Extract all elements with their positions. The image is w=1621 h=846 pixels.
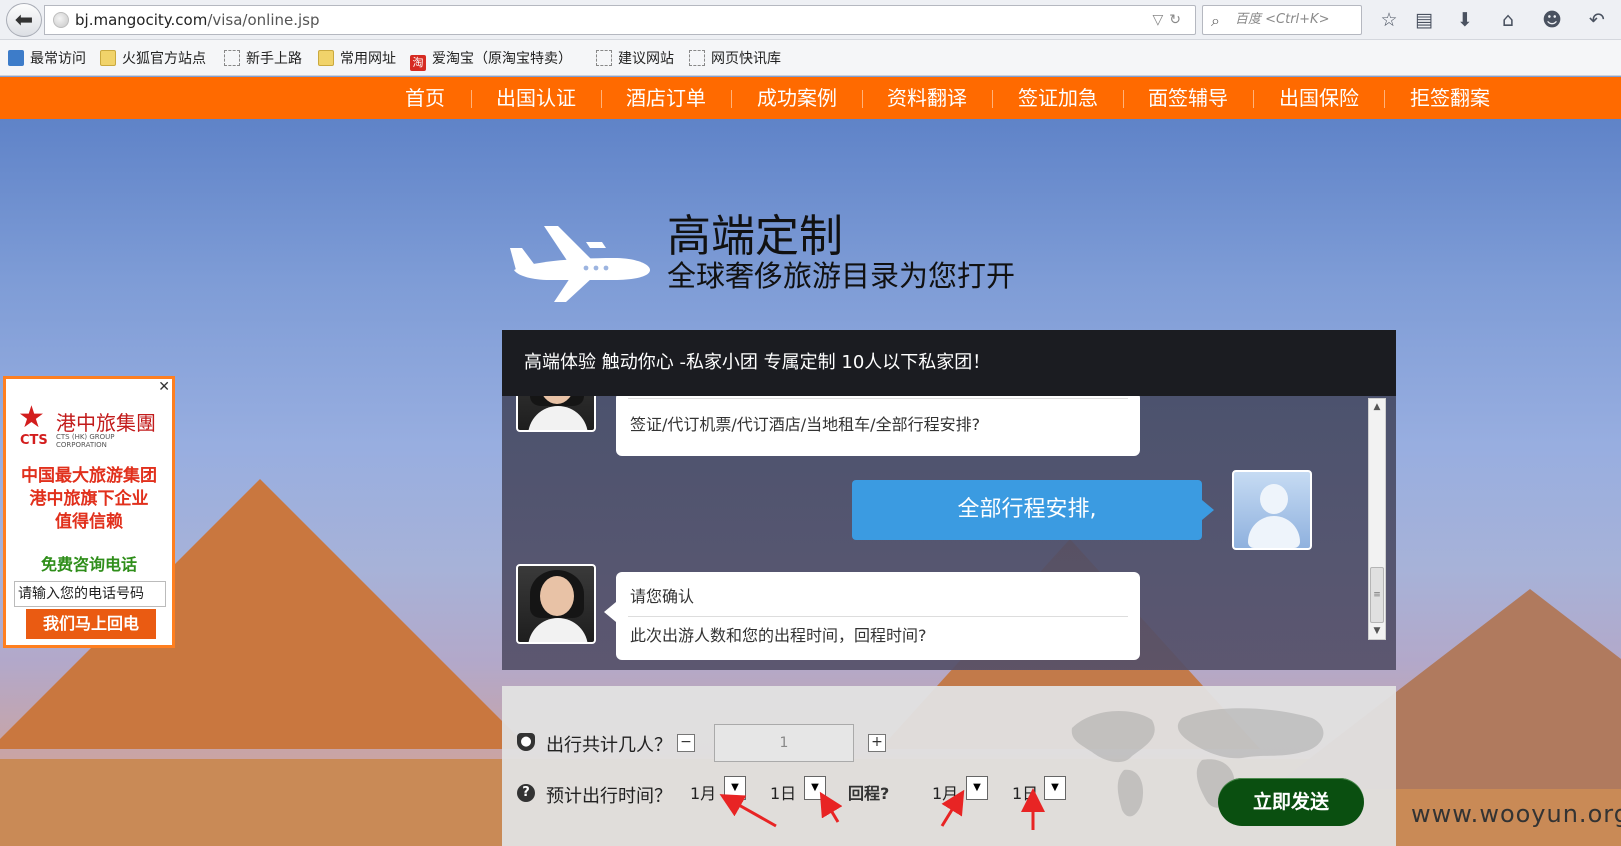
undo-icon[interactable]: ↶ (1584, 8, 1610, 32)
bookmark-firefox[interactable]: 火狐官方站点 (100, 49, 206, 69)
bookmark-icon (8, 50, 24, 66)
nav-certification[interactable]: 出国认证 (496, 77, 576, 119)
ad-phone-label: 免费咨询电话 (40, 555, 137, 574)
bookmarks-bar: 最常访问 火狐官方站点 新手上路 常用网址 淘爱淘宝（原淘宝特卖） 建议网站 网… (0, 40, 1621, 76)
bookmark-newbie[interactable]: 新手上路 (224, 49, 302, 69)
site-nav: 首页 出国认证 酒店订单 成功案例 资料翻译 签证加急 面签辅导 出国保险 拒签… (0, 77, 1621, 119)
scroll-thumb[interactable]: ≡ (1370, 567, 1384, 623)
folder-icon (100, 50, 116, 66)
page-icon (224, 50, 240, 66)
home-icon[interactable]: ⌂ (1495, 8, 1521, 32)
user-message: 全部行程安排, (852, 480, 1214, 540)
download-icon[interactable]: ⬇ (1452, 8, 1478, 32)
url-bar[interactable]: bj.mangocity.com/visa/online.jsp ▽↻ (44, 5, 1196, 35)
date-label: 预计出行时间？ (546, 786, 672, 807)
bot-message: 签证/代订机票/代订酒店/当地租车/全部行程安排? (616, 396, 1140, 456)
url-host: bj.mangocity.com (75, 11, 208, 29)
page-icon (596, 50, 612, 66)
bot-message: 请您确认 此次出游人数和您的出程时间，回程时间? (604, 572, 1140, 660)
chat-scrollbar[interactable]: ▲ ≡ ▼ (1368, 398, 1386, 640)
return-day-dropdown[interactable]: ▼ (1044, 776, 1066, 800)
nav-separator (1123, 90, 1124, 108)
depart-day-value: 1日 (770, 784, 797, 803)
bot-message-text: 此次出游人数和您的出程时间，回程时间? (630, 626, 927, 645)
nav-separator (992, 90, 993, 108)
depart-month-value: 1月 (690, 784, 717, 803)
search-bar[interactable]: ⌕ 百度 <Ctrl+K> (1202, 5, 1362, 35)
trip-form: ● 出行共计几人？ − 1 + ? 预计出行时间？ 1月 ▼ 1日 ▼ 回程? … (502, 686, 1396, 846)
bot-message-text: 请您确认 (630, 587, 695, 606)
agent-avatar (516, 396, 596, 432)
return-day-value: 1日 (1012, 784, 1039, 803)
airplane-icon (510, 226, 650, 302)
bookmark-most-visited[interactable]: 最常访问 (8, 49, 86, 69)
callback-button[interactable]: 我们马上回电 (26, 609, 156, 639)
nav-interview[interactable]: 面签辅导 (1148, 77, 1228, 119)
return-month-dropdown[interactable]: ▼ (966, 776, 988, 800)
nav-home[interactable]: 首页 (405, 77, 445, 119)
nav-separator (1384, 90, 1385, 108)
depart-day-dropdown[interactable]: ▼ (804, 776, 826, 800)
nav-hotel-order[interactable]: 酒店订单 (626, 77, 706, 119)
cts-logo: ★ CTS 港中旅集團 CTS (HK) GROUP CORPORATION (18, 400, 156, 450)
reading-list-icon[interactable]: ▤ (1411, 8, 1437, 32)
increase-people-button[interactable]: + (868, 734, 886, 752)
bookmark-suggested[interactable]: 建议网站 (596, 49, 674, 69)
url-path: /visa/online.jsp (207, 11, 320, 29)
scroll-down-icon[interactable]: ▼ (1369, 623, 1385, 639)
chat-icon[interactable]: ☻ (1539, 8, 1565, 32)
user-avatar (1232, 470, 1312, 550)
nav-separator (1253, 90, 1254, 108)
nav-separator (731, 90, 732, 108)
people-count-input[interactable]: 1 (714, 724, 854, 762)
nav-cases[interactable]: 成功案例 (757, 77, 837, 119)
watermark: www.wooyun.org (1411, 800, 1621, 828)
search-placeholder: 百度 <Ctrl+K> (1235, 12, 1330, 27)
side-ad: ✕ ★ CTS 港中旅集團 CTS (HK) GROUP CORPORATION… (3, 376, 175, 648)
question-icon: ? (517, 784, 535, 802)
agent-avatar (516, 564, 596, 644)
nav-refusal[interactable]: 拒签翻案 (1410, 77, 1490, 119)
dropdown-icon[interactable]: ▽ (1152, 12, 1169, 28)
return-label: 回程? (848, 784, 890, 803)
reload-icon[interactable]: ↻ (1169, 12, 1187, 28)
phone-number-input[interactable]: 请输入您的电话号码 (14, 581, 166, 607)
search-icon: ⌕ (1211, 11, 1220, 30)
nav-separator (601, 90, 602, 108)
ad-slogan: 中国最大旅游集团 港中旅旗下企业 值得信赖 (21, 466, 157, 532)
nav-visa-urgent[interactable]: 签证加急 (1018, 77, 1098, 119)
person-icon: ● (517, 733, 535, 751)
globe-icon (53, 12, 69, 28)
decrease-people-button[interactable]: − (677, 734, 695, 752)
send-button[interactable]: 立即发送 (1218, 778, 1364, 826)
nav-separator (862, 90, 863, 108)
close-icon[interactable]: ✕ (158, 379, 170, 395)
bookmark-common[interactable]: 常用网址 (318, 49, 396, 69)
people-label: 出行共计几人？ (546, 735, 672, 756)
bot-message-text: 签证/代订机票/代订酒店/当地租车/全部行程安排? (630, 415, 981, 434)
chat-header: 高端体验 触动你心 -私家小团 专属定制 10人以下私家团！ (502, 330, 1396, 396)
star-logo-icon: ★ (18, 400, 45, 435)
back-button[interactable]: ⬅ (6, 3, 42, 37)
return-month-value: 1月 (932, 784, 959, 803)
taobao-icon: 淘 (410, 55, 426, 71)
bookmark-webslice[interactable]: 网页快讯库 (689, 49, 781, 69)
depart-month-dropdown[interactable]: ▼ (724, 776, 746, 800)
star-icon[interactable]: ☆ (1376, 8, 1402, 32)
nav-insurance[interactable]: 出国保险 (1279, 77, 1359, 119)
page-icon (689, 50, 705, 66)
back-arrow-icon: ⬅ (14, 7, 34, 33)
folder-icon (318, 50, 334, 66)
nav-translation[interactable]: 资料翻译 (887, 77, 967, 119)
bookmark-aitaobao[interactable]: 淘爱淘宝（原淘宝特卖） (410, 49, 572, 71)
hero-subtitle: 全球奢侈旅游目录为您打开 (667, 259, 1016, 293)
browser-toolbar: ⬅ bj.mangocity.com/visa/online.jsp ▽↻ ⌕ … (0, 0, 1621, 40)
nav-separator (471, 90, 472, 108)
scroll-up-icon[interactable]: ▲ (1369, 399, 1385, 415)
chat-window[interactable]: 签证/代订机票/代订酒店/当地租车/全部行程安排? 全部行程安排, 请您确认 此… (502, 396, 1396, 670)
